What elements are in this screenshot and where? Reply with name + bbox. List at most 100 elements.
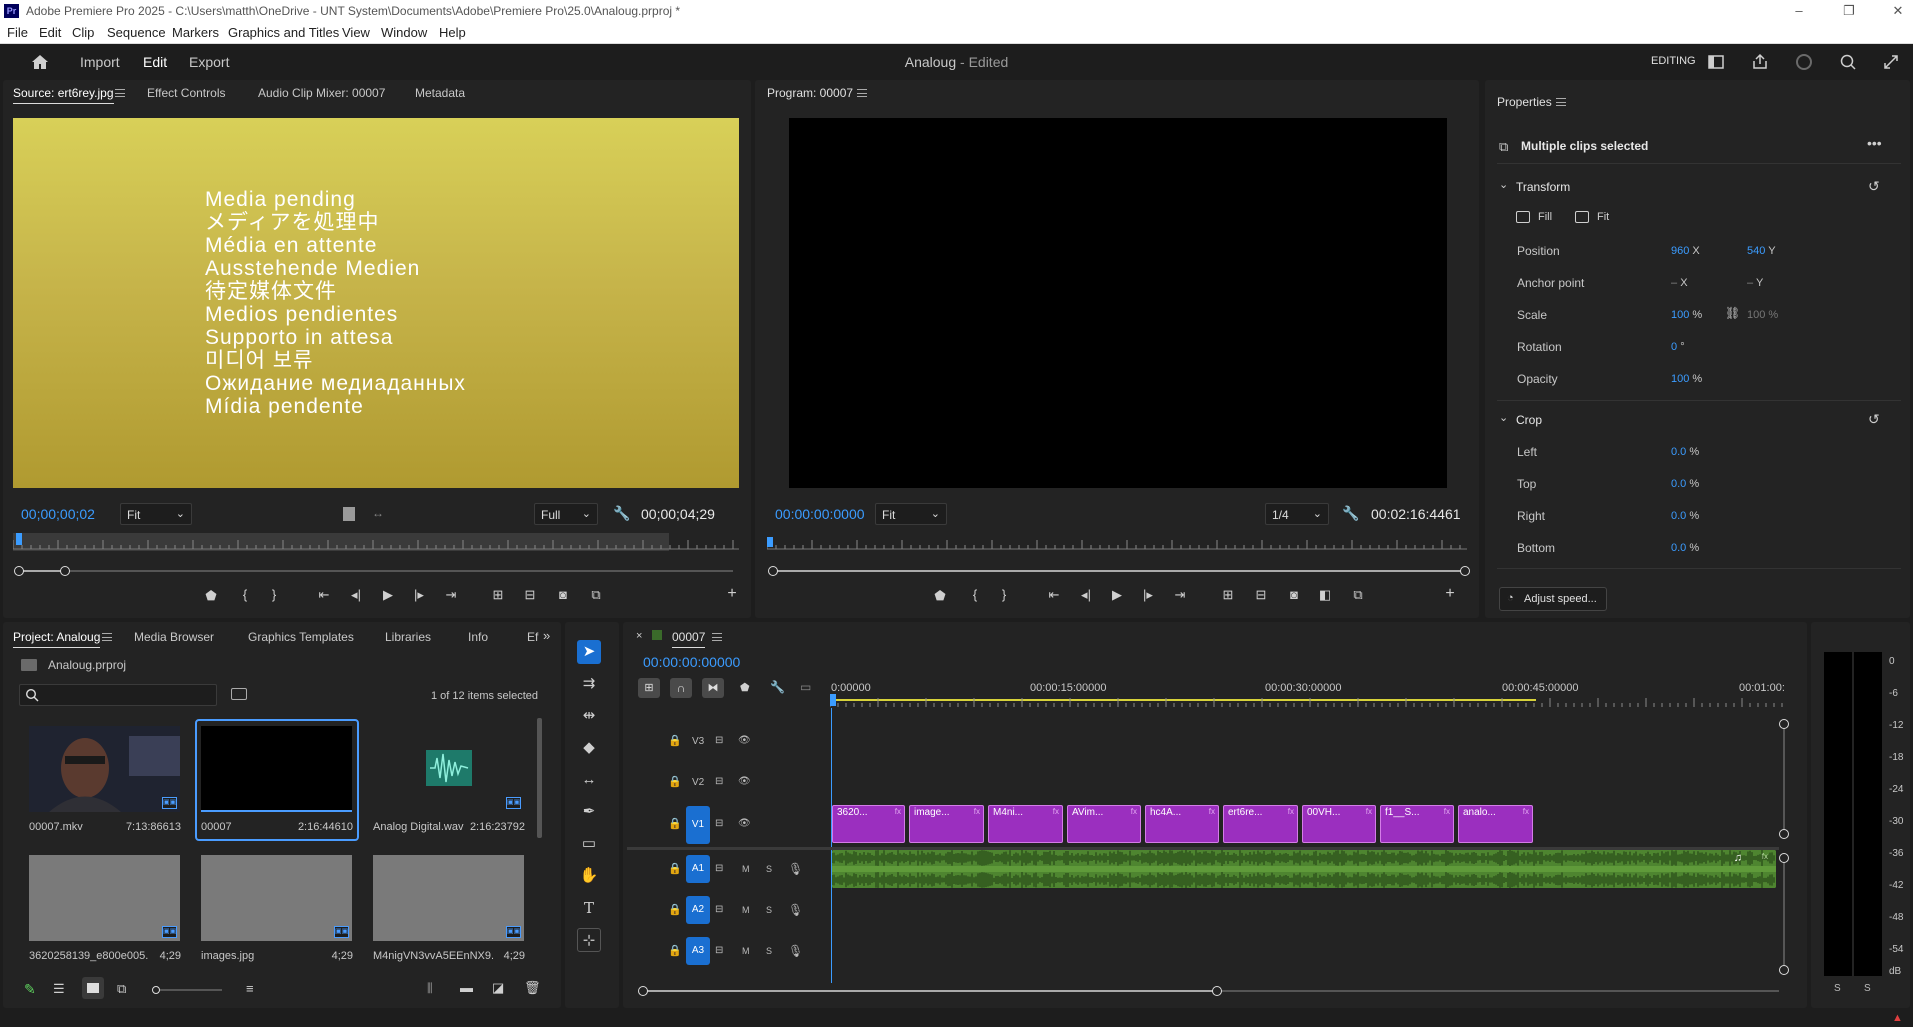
- source-zoom-dropdown[interactable]: Fit ⌄: [120, 503, 192, 525]
- solo-button[interactable]: S: [766, 905, 772, 915]
- anchor-x-number[interactable]: –: [1671, 277, 1677, 289]
- workspace-label[interactable]: EDITING: [1651, 55, 1696, 67]
- video-clip[interactable]: image... fx: [909, 805, 984, 843]
- automate-to-sequence-icon[interactable]: ⫼: [427, 981, 433, 996]
- lock-icon[interactable]: 🔒: [668, 817, 682, 830]
- opacity-value[interactable]: 100 %: [1671, 373, 1702, 385]
- video-clip[interactable]: f1__S... fx: [1380, 805, 1454, 843]
- reset-crop-icon[interactable]: ↺: [1868, 411, 1880, 428]
- rotation-number[interactable]: 0: [1671, 341, 1677, 353]
- lock-icon[interactable]: 🔒: [668, 775, 682, 788]
- menu-file[interactable]: File: [7, 25, 28, 40]
- timeline-settings-wrench-icon[interactable]: 🔧: [770, 680, 785, 694]
- search-input[interactable]: [44, 687, 212, 703]
- properties-menu-icon[interactable]: [1556, 98, 1566, 106]
- mark-in-icon[interactable]: {: [967, 588, 983, 602]
- program-time-ruler[interactable]: [767, 533, 1467, 553]
- link-icon[interactable]: ⛓: [1725, 306, 1740, 320]
- play-icon[interactable]: ▶: [380, 588, 396, 602]
- linked-selection-icon[interactable]: ⧓: [702, 678, 724, 698]
- track-label-a1[interactable]: A1: [686, 855, 710, 883]
- ripple-edit-tool-icon[interactable]: ⇹: [577, 704, 601, 728]
- toggle-sync-lock-icon[interactable]: ⊟: [715, 863, 723, 874]
- crop-top-number[interactable]: 0.0: [1671, 478, 1686, 490]
- freeform-view-icon[interactable]: ⧉: [117, 981, 126, 997]
- microphone-icon[interactable]: 🎙: [788, 944, 803, 958]
- slip-tool-icon[interactable]: ↔: [577, 768, 601, 792]
- search-field[interactable]: [19, 684, 217, 706]
- menu-graphics-and-titles[interactable]: Graphics and Titles: [228, 25, 339, 40]
- toggle-sync-lock-icon[interactable]: ⊟: [715, 776, 723, 787]
- chevron-down-icon[interactable]: ⌄: [1499, 178, 1508, 191]
- close-icon[interactable]: ×: [636, 630, 642, 642]
- new-bin-from-search-icon[interactable]: [231, 688, 247, 700]
- project-scrollbar[interactable]: [537, 718, 542, 838]
- comparison-view-icon[interactable]: ◧: [1317, 588, 1333, 602]
- tab-media-browser[interactable]: Media Browser: [134, 630, 214, 644]
- minimize-icon[interactable]: –: [1790, 3, 1808, 19]
- pen-tool-icon[interactable]: ✒: [577, 800, 601, 824]
- audio-thumbnail-analog-digital[interactable]: ▣▣: [373, 726, 524, 812]
- timeline-vertical-scrollbar[interactable]: [1779, 718, 1789, 978]
- add-marker-icon[interactable]: ⬟: [740, 681, 750, 694]
- overwrite-icon[interactable]: ⊟: [522, 588, 538, 602]
- position-x-value[interactable]: 960 X: [1671, 245, 1700, 257]
- insert-icon[interactable]: ⊞: [490, 588, 506, 602]
- timeline-ruler[interactable]: [830, 694, 1784, 708]
- project-menu-icon[interactable]: [102, 633, 112, 641]
- video-clip[interactable]: M4ni... fx: [988, 805, 1063, 843]
- tab-graphics-templates[interactable]: Graphics Templates: [248, 630, 354, 644]
- safe-margin-icon[interactable]: [343, 507, 355, 521]
- step-back-icon[interactable]: ◂|: [1078, 588, 1094, 602]
- lock-icon[interactable]: 🔒: [668, 944, 682, 957]
- track-label-a3[interactable]: A3: [686, 937, 710, 965]
- tab-effects[interactable]: Ef: [527, 630, 538, 644]
- timeline-horizontal-scrollbar[interactable]: [637, 986, 1785, 996]
- mark-in-icon[interactable]: {: [237, 588, 253, 602]
- fit-icon[interactable]: [1575, 211, 1589, 223]
- transform-heading[interactable]: Transform: [1516, 180, 1570, 194]
- crop-right-number[interactable]: 0.0: [1671, 510, 1686, 522]
- position-y-value[interactable]: 540 Y: [1747, 245, 1776, 257]
- fill-label[interactable]: Fill: [1538, 211, 1552, 223]
- tab-source[interactable]: Source: ert6rey.jpg: [13, 86, 114, 104]
- trash-icon[interactable]: 🗑: [524, 980, 541, 996]
- clip-thumbnail-00007-mkv[interactable]: ▣▣: [29, 726, 180, 812]
- mute-button[interactable]: M: [742, 905, 750, 915]
- mark-out-icon[interactable]: }: [266, 588, 282, 602]
- sort-icon[interactable]: ≡: [246, 981, 254, 996]
- crop-bottom-number[interactable]: 0.0: [1671, 542, 1686, 554]
- menu-view[interactable]: View: [342, 25, 370, 40]
- export-frame-icon[interactable]: ◙: [1286, 588, 1302, 602]
- step-back-icon[interactable]: ◂|: [348, 588, 364, 602]
- position-x-number[interactable]: 960: [1671, 245, 1689, 257]
- crop-left-value[interactable]: 0.0 %: [1671, 446, 1699, 458]
- program-timecode[interactable]: 00:00:00:0000: [775, 506, 865, 522]
- tab-libraries[interactable]: Libraries: [385, 630, 431, 644]
- lock-icon[interactable]: 🔒: [668, 734, 682, 747]
- track-label-v1[interactable]: V1: [686, 806, 710, 844]
- tab-program[interactable]: Program: 00007: [767, 86, 853, 100]
- timeline-menu-icon[interactable]: [712, 633, 722, 641]
- pencil-icon[interactable]: ✎: [24, 981, 36, 998]
- solo-right-button[interactable]: S: [1864, 983, 1871, 994]
- captions-icon[interactable]: ▭: [800, 680, 811, 694]
- close-icon[interactable]: ✕: [1889, 3, 1907, 19]
- crop-left-number[interactable]: 0.0: [1671, 446, 1686, 458]
- eye-icon[interactable]: 👁: [738, 776, 751, 787]
- razor-tool-icon[interactable]: ◆: [577, 736, 601, 760]
- microphone-icon[interactable]: 🎙: [788, 862, 803, 876]
- track-label-v2[interactable]: V2: [692, 777, 704, 788]
- solo-button[interactable]: S: [766, 946, 772, 956]
- menu-edit[interactable]: Edit: [39, 25, 61, 40]
- share-icon[interactable]: [1750, 52, 1770, 72]
- insert-sequence-nest-icon[interactable]: ⊞: [638, 678, 660, 698]
- program-resolution-dropdown[interactable]: 1/4 ⌄: [1265, 503, 1329, 525]
- list-view-icon[interactable]: ☰: [53, 981, 65, 997]
- search-help-icon[interactable]: [1838, 52, 1858, 72]
- fit-label[interactable]: Fit: [1597, 211, 1609, 223]
- toggle-sync-lock-icon[interactable]: ⊟: [715, 904, 723, 915]
- caption-tool-icon[interactable]: ⊹: [577, 928, 601, 952]
- crop-top-value[interactable]: 0.0 %: [1671, 478, 1699, 490]
- eye-icon[interactable]: 👁: [738, 818, 751, 829]
